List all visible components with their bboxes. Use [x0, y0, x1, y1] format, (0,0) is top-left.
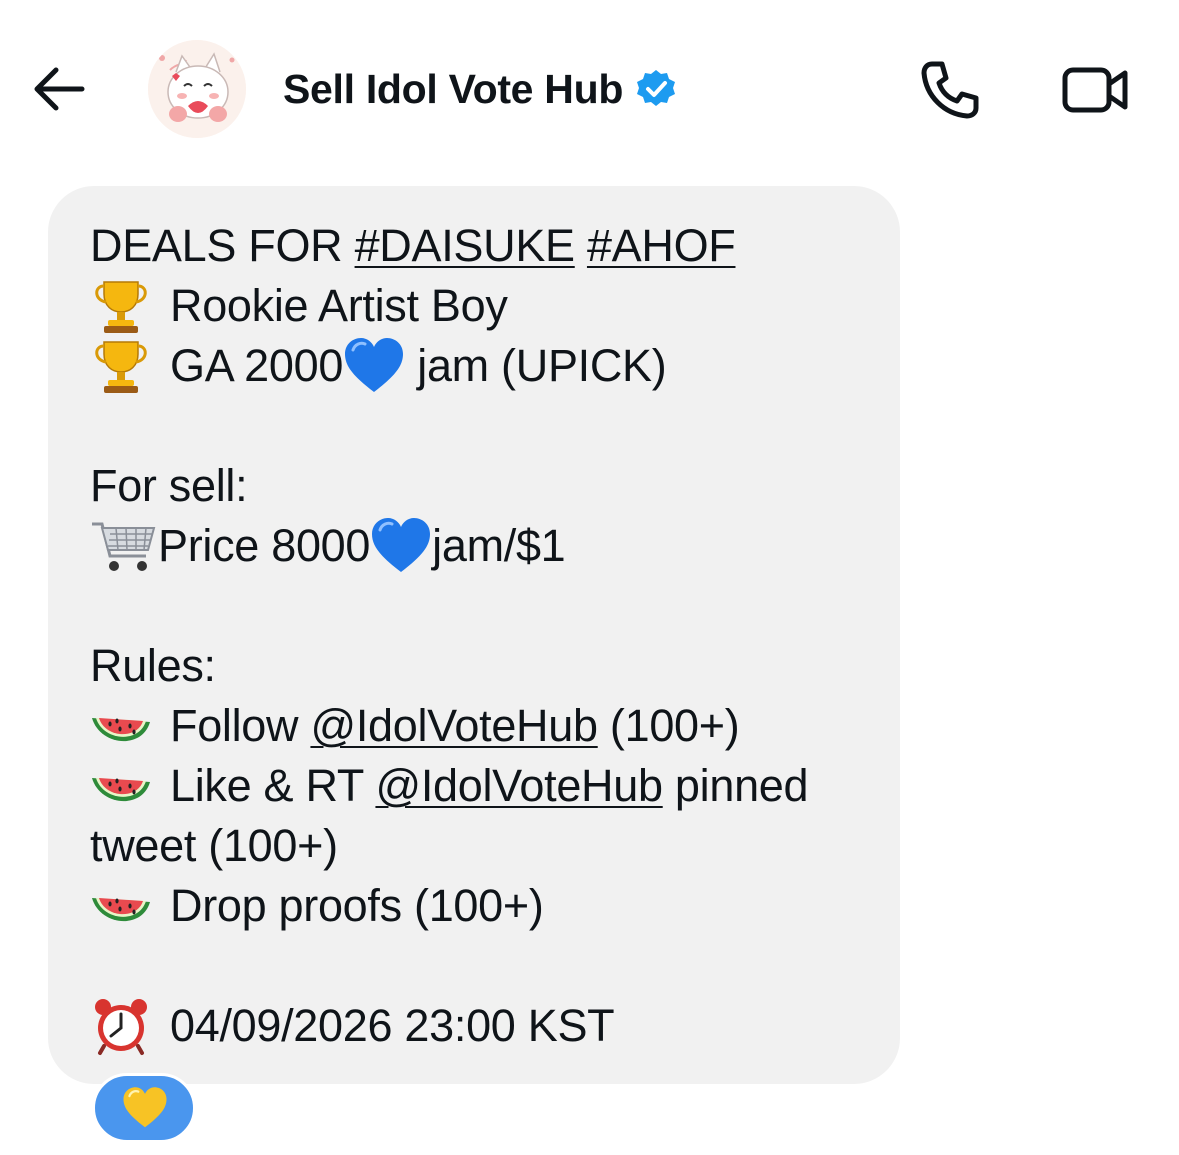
yellow-heart-icon	[123, 1087, 167, 1128]
watermelon-icon	[90, 756, 152, 816]
message-text: DEALS FOR	[90, 220, 355, 271]
message-text: Follow	[170, 700, 311, 751]
blue-heart-icon	[370, 516, 432, 576]
conversation-title-group[interactable]: Sell Idol Vote Hub	[283, 64, 677, 114]
message-text: GA 2000	[170, 340, 344, 391]
message-text: Drop proofs (100+)	[170, 880, 544, 931]
back-button[interactable]	[30, 60, 88, 118]
message-line: Rookie Artist Boy	[90, 276, 860, 336]
mention-link[interactable]: @IdolVoteHub	[310, 696, 598, 756]
conversation-title: Sell Idol Vote Hub	[283, 65, 624, 112]
watermelon-icon	[90, 696, 152, 756]
shopping-cart-icon	[90, 516, 158, 576]
message-text: pinned	[662, 760, 809, 811]
message-line: Price 8000 jam/$1	[90, 516, 860, 576]
message-text: For sell:	[90, 460, 248, 511]
message-line: Follow @IdolVoteHub (100+)	[90, 696, 860, 756]
message-text: jam (UPICK)	[405, 340, 667, 391]
message-line: DEALS FOR #DAISUKE #AHOF	[90, 216, 860, 276]
message-text: tweet (100+)	[90, 820, 338, 871]
video-camera-icon	[1062, 67, 1128, 113]
reaction-badge[interactable]	[92, 1073, 196, 1143]
trophy-icon	[90, 276, 152, 336]
mention-link[interactable]: @IdolVoteHub	[375, 756, 663, 816]
blue-heart-icon	[343, 336, 405, 396]
trophy-icon	[90, 336, 152, 396]
hashtag-link[interactable]: #AHOF	[587, 216, 736, 276]
message-line: GA 2000 jam (UPICK)	[90, 336, 860, 396]
cat-avatar-icon	[148, 40, 246, 138]
message-line: tweet (100+)	[90, 816, 860, 876]
phone-icon	[921, 61, 979, 119]
verified-badge-icon	[637, 70, 676, 106]
call-button[interactable]	[918, 58, 982, 122]
message-line: For sell:	[90, 456, 860, 516]
message-line: Like & RT @IdolVoteHub pinned	[90, 756, 860, 816]
message-text: (100+)	[597, 700, 740, 751]
message-text: 04/09/2026 23:00 KST	[170, 1000, 615, 1051]
video-call-button[interactable]	[1060, 60, 1130, 120]
avatar[interactable]	[148, 40, 246, 138]
message-text: jam/$1	[432, 520, 566, 571]
conversation-header: Sell Idol Vote Hub	[0, 0, 1179, 175]
message-text: Rookie Artist Boy	[170, 280, 508, 331]
message-text: Like & RT	[170, 760, 376, 811]
message-line: Drop proofs (100+)	[90, 876, 860, 936]
message-text: Rules:	[90, 640, 216, 691]
arrow-left-icon	[34, 67, 85, 111]
hashtag-link[interactable]: #DAISUKE	[355, 216, 575, 276]
message-text: Price 8000	[158, 520, 371, 571]
message-line: 04/09/2026 23:00 KST	[90, 996, 860, 1056]
alarm-clock-icon	[90, 996, 152, 1056]
message-bubble[interactable]: DEALS FOR #DAISUKE #AHOF Rookie Artist B…	[48, 186, 900, 1084]
message-line: Rules:	[90, 636, 860, 696]
message-text	[575, 216, 587, 276]
watermelon-icon	[90, 876, 152, 936]
